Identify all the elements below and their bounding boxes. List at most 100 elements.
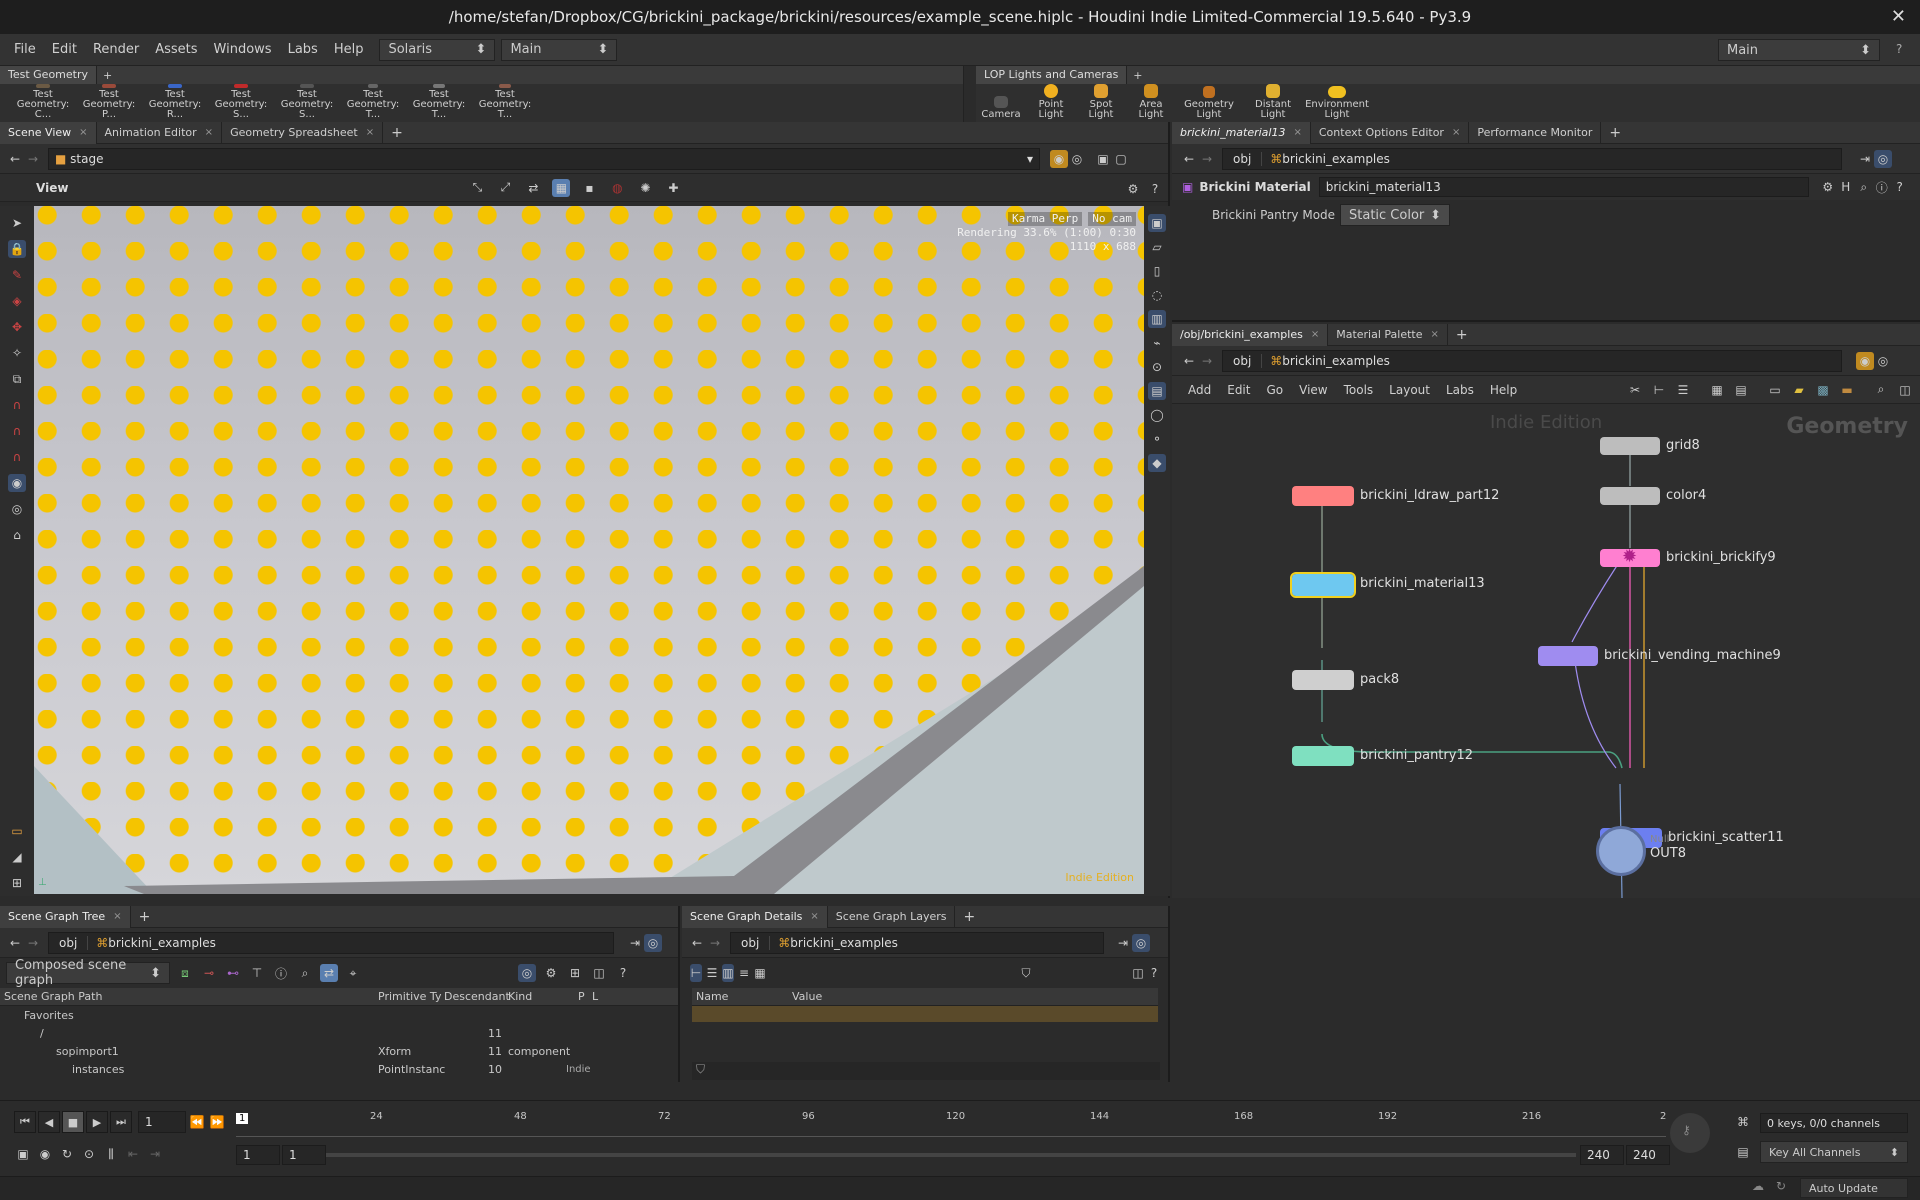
shelf-tool-5[interactable]: Test Geometry: T...: [340, 84, 406, 122]
refresh-icon[interactable]: ↻: [1776, 1179, 1786, 1193]
grid-icon[interactable]: ✚: [664, 179, 682, 197]
node-vending-machine9-body[interactable]: [1538, 646, 1598, 666]
filter-a-icon[interactable]: ⊸: [200, 964, 218, 982]
menu-help[interactable]: Help: [326, 42, 372, 57]
keys-icon[interactable]: ⌘: [1734, 1113, 1752, 1131]
link-icon[interactable]: ◎: [1874, 149, 1892, 168]
realtime-icon[interactable]: ▣: [14, 1145, 32, 1163]
tab-animation-editor[interactable]: Animation Editor ×: [97, 121, 223, 144]
tab-context-options[interactable]: Context Options Editor ×: [1311, 121, 1470, 144]
display-options-icon[interactable]: ▣: [1094, 150, 1112, 168]
help-icon[interactable]: ?: [1148, 964, 1160, 982]
close-icon[interactable]: ×: [205, 127, 213, 138]
frame-icon[interactable]: ▪: [580, 179, 598, 197]
current-frame-field[interactable]: 1: [138, 1111, 186, 1133]
path-node[interactable]: brickini_examples: [1282, 152, 1390, 166]
shelf-tab-test-geometry[interactable]: Test Geometry: [0, 66, 98, 84]
search-icon[interactable]: ⌕: [1872, 381, 1890, 399]
net-menu-labs[interactable]: Labs: [1438, 383, 1482, 397]
link-icon[interactable]: ◎: [1132, 933, 1150, 952]
camera-icon[interactable]: ◫: [1132, 964, 1144, 982]
next-key-icon[interactable]: ⇥: [146, 1145, 164, 1163]
collection-icon[interactable]: ⧈: [176, 964, 194, 982]
tab-obj-brickini-examples[interactable]: /obj/brickini_examples ×: [1172, 323, 1329, 346]
visibility-icon[interactable]: ▱: [1148, 238, 1166, 256]
path-node[interactable]: brickini_examples: [790, 936, 898, 950]
range-icon[interactable]: ⊙: [80, 1145, 98, 1163]
pin-icon[interactable]: ◉: [1856, 351, 1874, 370]
shelf-tool-point-light[interactable]: Point Light: [1026, 84, 1076, 122]
back-arrow-icon[interactable]: ←: [1180, 150, 1198, 168]
pin-icon[interactable]: ⊙: [1148, 358, 1166, 376]
lock-cam-icon[interactable]: ▯: [1148, 262, 1166, 280]
tab-performance-monitor[interactable]: Performance Monitor: [1469, 121, 1602, 144]
add-tab-icon[interactable]: +: [963, 909, 975, 925]
magnet-b-icon[interactable]: ∩: [8, 422, 26, 440]
table-row[interactable]: Favorites: [0, 1006, 678, 1024]
palette-icon[interactable]: ▬: [1838, 381, 1856, 399]
close-icon[interactable]: ×: [79, 127, 87, 138]
range-end2-field[interactable]: 240: [1626, 1145, 1670, 1165]
help-icon[interactable]: ?: [1896, 42, 1902, 56]
audio-icon[interactable]: ◉: [36, 1145, 54, 1163]
path-node[interactable]: brickini_examples: [1282, 354, 1390, 368]
shelf-tool-spot-light[interactable]: Spot Light: [1076, 84, 1126, 122]
lock-icon[interactable]: 🔒: [8, 240, 26, 258]
snap-icon[interactable]: ▦: [552, 178, 571, 197]
add-tab-icon[interactable]: +: [1133, 69, 1142, 82]
right-desktop-select[interactable]: Main ⬍: [1718, 39, 1880, 61]
viewport-render[interactable]: Karma Perp No cam Rendering 33.6% (1:00) …: [34, 206, 1144, 894]
camera-icon[interactable]: ◫: [590, 964, 608, 982]
net-menu-add[interactable]: Add: [1180, 383, 1219, 397]
shelf-tool-1[interactable]: Test Geometry: P...: [76, 84, 142, 122]
details-filter-bar[interactable]: ⛉: [692, 1062, 1160, 1080]
note-icon[interactable]: ▭: [1766, 381, 1784, 399]
shelf-tool-environment-light[interactable]: Environment Light: [1304, 84, 1370, 122]
net-menu-go[interactable]: Go: [1258, 383, 1291, 397]
select-geo-icon[interactable]: ⤢: [496, 179, 514, 197]
sg-path-field[interactable]: obj ⌘ brickini_examples: [48, 931, 614, 954]
range-end-field[interactable]: 240: [1580, 1145, 1624, 1165]
menu-file[interactable]: File: [6, 42, 44, 57]
back-arrow-icon[interactable]: ←: [6, 934, 24, 952]
col-p[interactable]: P: [578, 990, 592, 1003]
path-node[interactable]: brickini_examples: [108, 936, 216, 950]
sticky-icon[interactable]: ▰: [1790, 381, 1808, 399]
desktop-select[interactable]: Solaris ⬍: [379, 38, 496, 61]
channel-icon[interactable]: ▤: [1734, 1143, 1752, 1161]
ghost-icon[interactable]: ◌: [1148, 286, 1166, 304]
close-icon[interactable]: ×: [1431, 329, 1439, 340]
node-name-field[interactable]: brickini_material13: [1318, 177, 1809, 197]
select-path-icon[interactable]: ⇄: [524, 179, 542, 197]
stop-icon[interactable]: ■: [62, 1111, 84, 1133]
details-selected-row[interactable]: [692, 1006, 1158, 1022]
shading-icon[interactable]: ▣: [1148, 214, 1166, 232]
pose-icon[interactable]: ◢: [8, 848, 26, 866]
help-icon[interactable]: ?: [1146, 180, 1164, 198]
gear-icon[interactable]: ⚙: [1124, 180, 1142, 198]
scrub-dial[interactable]: ⚷: [1670, 1113, 1710, 1153]
play-icon[interactable]: ▶: [86, 1111, 108, 1133]
forward-arrow-icon[interactable]: →: [24, 150, 42, 168]
col-kind[interactable]: Kind: [508, 990, 578, 1003]
path-obj[interactable]: obj: [1229, 151, 1263, 166]
tab-geometry-spreadsheet[interactable]: Geometry Spreadsheet ×: [222, 121, 384, 144]
pin-icon[interactable]: ⇥: [1114, 934, 1132, 952]
node-grid8-body[interactable]: [1600, 437, 1660, 455]
range-start-field[interactable]: 1: [236, 1145, 280, 1165]
network-path-field[interactable]: obj ⌘ brickini_examples: [1222, 349, 1842, 372]
menu-edit[interactable]: Edit: [44, 42, 85, 57]
shelf-tool-camera[interactable]: Camera: [976, 84, 1026, 122]
back-arrow-icon[interactable]: ←: [6, 150, 24, 168]
prev-key-icon[interactable]: ⇤: [124, 1145, 142, 1163]
net-menu-edit[interactable]: Edit: [1219, 383, 1258, 397]
node-pantry12-body[interactable]: [1292, 746, 1354, 766]
col-type[interactable]: Primitive Ty: [378, 990, 444, 1003]
tree-mode-icon[interactable]: ⊢: [690, 964, 702, 982]
pin-icon[interactable]: ⇥: [1856, 150, 1874, 168]
paint-tool-icon[interactable]: ✎: [8, 266, 26, 284]
info-icon[interactable]: ⓘ: [272, 964, 290, 982]
node-ldraw-part12-body[interactable]: [1292, 486, 1354, 506]
table-row[interactable]: instances PointInstanc 10 Indie: [0, 1060, 678, 1078]
record-icon[interactable]: ◍: [608, 179, 626, 197]
